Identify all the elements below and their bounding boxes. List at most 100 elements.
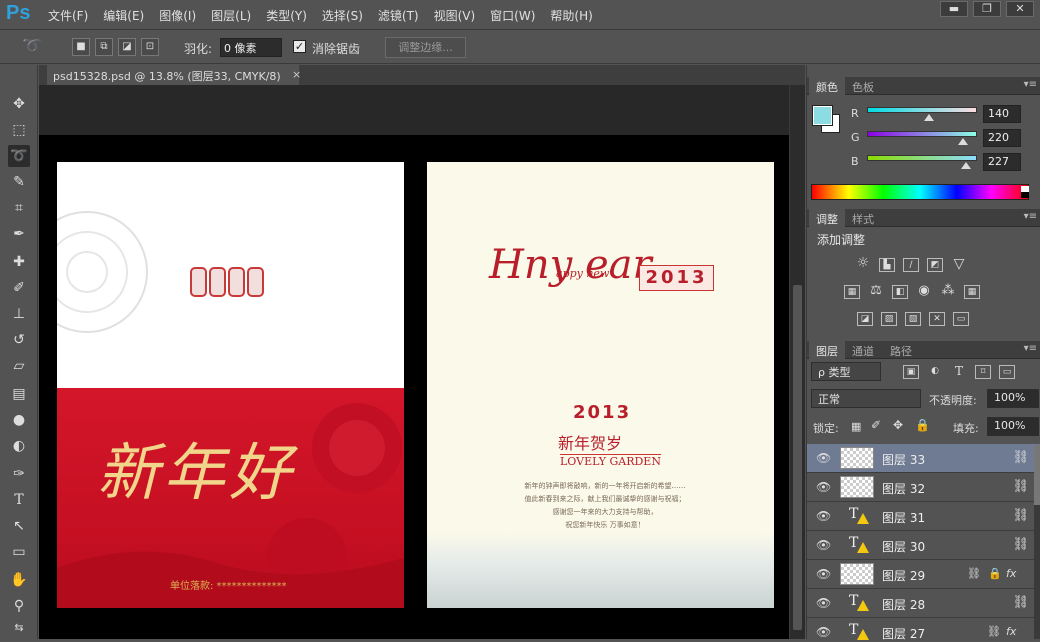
fx-icon[interactable]: fx [1006, 567, 1016, 580]
marquee-tool-icon[interactable]: ⬚ [8, 119, 30, 141]
dodge-tool-icon[interactable]: ◐ [8, 435, 30, 457]
invert-icon[interactable]: ◪ [857, 312, 873, 326]
move-tool-icon[interactable]: ✥ [8, 93, 30, 115]
menu-filter[interactable]: 滤镜(T) [378, 7, 419, 24]
menu-window[interactable]: 窗口(W) [490, 7, 535, 24]
lock-position-icon[interactable]: ✥ [893, 418, 903, 432]
refine-edge-button[interactable]: 调整边缘... [385, 37, 466, 58]
exposure-icon[interactable]: ◩ [927, 258, 943, 272]
layer-filter-kind[interactable]: ρ 类型 [811, 362, 881, 381]
fx-icon[interactable]: fx [1006, 625, 1016, 638]
shape-tool-icon[interactable]: ▭ [8, 541, 30, 563]
menu-edit[interactable]: 编辑(E) [103, 7, 144, 24]
menu-image[interactable]: 图像(I) [159, 7, 196, 24]
visibility-eye-icon[interactable]: 👁 [816, 451, 831, 465]
channel-b-slider[interactable] [867, 155, 977, 169]
menu-select[interactable]: 选择(S) [322, 7, 363, 24]
healing-tool-icon[interactable]: ✚ [8, 251, 30, 273]
black-white-icon[interactable]: ◧ [892, 285, 908, 299]
visibility-eye-icon[interactable]: 👁 [816, 538, 831, 552]
lock-all-icon[interactable]: 🔒 [915, 418, 930, 432]
posterize-icon[interactable]: ▨ [881, 312, 897, 326]
layers-menu-icon[interactable]: ▾≡ [1024, 343, 1037, 354]
channel-r-thumb[interactable] [923, 114, 934, 121]
layer-name[interactable]: 图层 27 [882, 625, 925, 642]
layer-name[interactable]: 图层 28 [882, 596, 925, 613]
tab-color[interactable]: 颜色 [809, 77, 845, 95]
channel-g-thumb[interactable] [957, 138, 968, 145]
tab-layers[interactable]: 图层 [809, 341, 845, 359]
tab-adjustments[interactable]: 调整 [809, 209, 845, 227]
adjustments-menu-icon[interactable]: ▾≡ [1024, 211, 1037, 222]
layer-row[interactable]: 👁 图层 29 ⛓ 🔒 fx [807, 560, 1040, 589]
filter-adjust-icon[interactable]: ◐ [927, 365, 943, 379]
tab-channels[interactable]: 通道 [845, 341, 881, 359]
tab-swatches[interactable]: 色板 [845, 77, 881, 95]
visibility-eye-icon[interactable]: 👁 [816, 480, 831, 494]
visibility-eye-icon[interactable]: 👁 [816, 625, 831, 639]
stamp-tool-icon[interactable]: ⊥ [8, 303, 30, 325]
zoom-tool-icon[interactable]: ⚲ [8, 595, 30, 617]
fill-input[interactable]: 100% [987, 417, 1039, 436]
layer-name[interactable]: 图层 32 [882, 480, 925, 497]
minimize-button[interactable]: ▬ [940, 1, 968, 17]
layer-row[interactable]: 👁 图层 32 ⛓ [807, 473, 1040, 502]
channel-r-slider[interactable] [867, 107, 977, 121]
swap-colors-icon[interactable]: ⇆ [8, 617, 30, 639]
gradient-tool-icon[interactable]: ▤ [8, 383, 30, 405]
channel-mixer-icon[interactable]: ⁂ [940, 284, 956, 299]
layer-row[interactable]: 👁 图层 33 ⛓ [807, 444, 1040, 473]
layer-row[interactable]: 👁 T 图层 27 ⛓ fx [807, 618, 1040, 642]
opacity-input[interactable]: 100% [987, 389, 1039, 408]
photo-filter-icon[interactable]: ◉ [916, 284, 932, 299]
feather-input[interactable] [220, 38, 282, 57]
black-white-swatch[interactable] [1021, 186, 1029, 198]
gradient-map-icon[interactable]: ▭ [953, 312, 969, 326]
scroll-thumb[interactable] [793, 285, 802, 630]
layer-row[interactable]: 👁 T 图层 28 ⛓ [807, 589, 1040, 618]
threshold-icon[interactable]: ▧ [905, 312, 921, 326]
add-selection-button[interactable]: ⧉ [95, 38, 113, 56]
lasso-tool-icon[interactable]: ➰ [8, 145, 30, 167]
channel-b-thumb[interactable] [960, 162, 971, 169]
foreground-color-swatch[interactable] [812, 105, 833, 126]
menu-view[interactable]: 视图(V) [434, 7, 476, 24]
path-select-tool-icon[interactable]: ↖ [8, 515, 30, 537]
crop-tool-icon[interactable]: ⌗ [8, 197, 30, 219]
hue-saturation-icon[interactable]: ▦ [844, 285, 860, 299]
brush-tool-icon[interactable]: ✐ [8, 277, 30, 299]
intersect-selection-button[interactable]: ⊡ [141, 38, 159, 56]
menu-type[interactable]: 类型(Y) [266, 7, 307, 24]
vibrance-icon[interactable]: ▽ [951, 257, 967, 272]
brightness-icon[interactable]: ☼ [855, 256, 871, 271]
levels-icon[interactable]: ▙ [879, 258, 895, 272]
channel-r-value[interactable]: 140 [983, 105, 1021, 123]
menu-layer[interactable]: 图层(L) [211, 7, 251, 24]
color-spectrum-bar[interactable] [811, 184, 1029, 200]
selective-color-icon[interactable]: ✕ [929, 312, 945, 326]
channel-b-value[interactable]: 227 [983, 153, 1021, 171]
document-tab[interactable]: psd15328.psd @ 13.8% (图层33, CMYK/8) × [47, 65, 301, 85]
color-lookup-icon[interactable]: ▦ [964, 285, 980, 299]
panel-menu-icon[interactable]: ▾≡ [1024, 79, 1037, 90]
canvas-vertical-scrollbar[interactable] [789, 85, 805, 639]
layers-scroll-thumb[interactable] [1034, 445, 1040, 505]
color-balance-icon[interactable]: ⚖ [868, 284, 884, 299]
filter-type-icon[interactable]: T [951, 365, 967, 379]
eraser-tool-icon[interactable]: ▱ [8, 355, 30, 377]
layer-name[interactable]: 图层 31 [882, 509, 925, 526]
tab-paths[interactable]: 路径 [883, 341, 919, 359]
pen-tool-icon[interactable]: ✑ [8, 463, 30, 485]
channel-g-slider[interactable] [867, 131, 977, 145]
lock-pixels-icon[interactable]: ✐ [871, 418, 881, 432]
eyedropper-tool-icon[interactable]: ✒ [8, 223, 30, 245]
tab-styles[interactable]: 样式 [845, 209, 881, 227]
type-tool-icon[interactable]: T [8, 489, 30, 511]
channel-g-value[interactable]: 220 [983, 129, 1021, 147]
close-button[interactable]: ✕ [1006, 1, 1034, 17]
history-brush-tool-icon[interactable]: ↺ [8, 329, 30, 351]
menu-file[interactable]: 文件(F) [48, 7, 88, 24]
hand-tool-icon[interactable]: ✋ [8, 569, 30, 591]
restore-button[interactable]: ❐ [973, 1, 1001, 17]
visibility-eye-icon[interactable]: 👁 [816, 596, 831, 610]
